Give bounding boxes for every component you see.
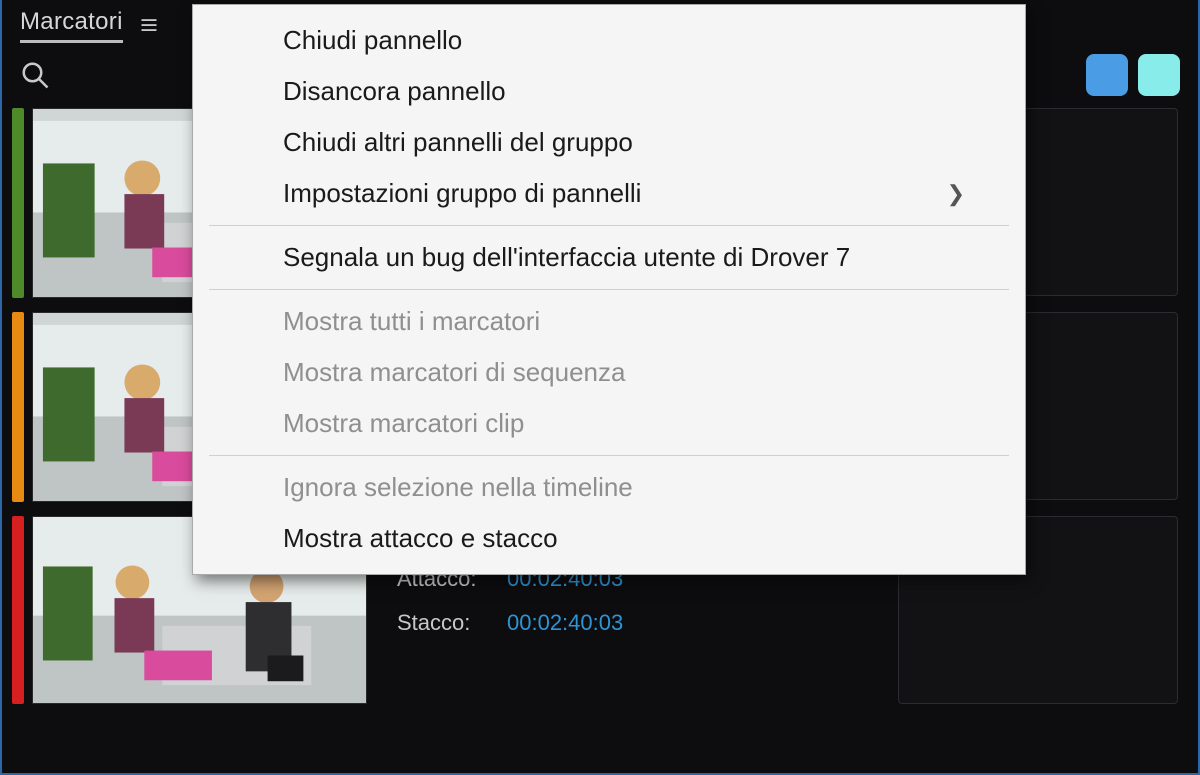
menu-show-clip-markers[interactable]: Mostra marcatori clip: [193, 398, 1025, 449]
marker-color-bar: [12, 516, 24, 704]
menu-separator: [209, 455, 1009, 456]
hamburger-icon: [139, 15, 159, 35]
search-icon[interactable]: [20, 60, 50, 90]
panel-context-menu: Chiudi pannello Disancora pannello Chiud…: [192, 4, 1026, 575]
color-chip-blue[interactable]: [1086, 54, 1128, 96]
panel-menu-button[interactable]: [135, 11, 163, 39]
menu-show-sequence-markers[interactable]: Mostra marcatori di sequenza: [193, 347, 1025, 398]
menu-separator: [209, 289, 1009, 290]
marker-color-bar: [12, 108, 24, 298]
panel-title[interactable]: Marcatori: [20, 8, 123, 43]
menu-undock-panel[interactable]: Disancora pannello: [193, 66, 1025, 117]
menu-separator: [209, 225, 1009, 226]
menu-ignore-timeline-selection[interactable]: Ignora selezione nella timeline: [193, 462, 1025, 513]
menu-close-other-panels[interactable]: Chiudi altri pannelli del gruppo: [193, 117, 1025, 168]
menu-show-all-markers[interactable]: Mostra tutti i marcatori: [193, 296, 1025, 347]
menu-report-bug[interactable]: Segnala un bug dell'interfaccia utente d…: [193, 232, 1025, 283]
menu-panel-group-settings[interactable]: Impostazioni gruppo di pannelli ❯: [193, 168, 1025, 219]
field-value-out[interactable]: 00:02:40:03: [507, 610, 623, 636]
menu-close-panel[interactable]: Chiudi pannello: [193, 15, 1025, 66]
markers-panel: Marcatori: [0, 0, 1200, 775]
chevron-right-icon: ❯: [947, 181, 965, 207]
marker-color-bar: [12, 312, 24, 502]
marker-color-filter: [1086, 54, 1180, 96]
color-chip-cyan[interactable]: [1138, 54, 1180, 96]
field-label-out: Stacco:: [397, 610, 507, 636]
menu-show-in-out[interactable]: Mostra attacco e stacco: [193, 513, 1025, 564]
